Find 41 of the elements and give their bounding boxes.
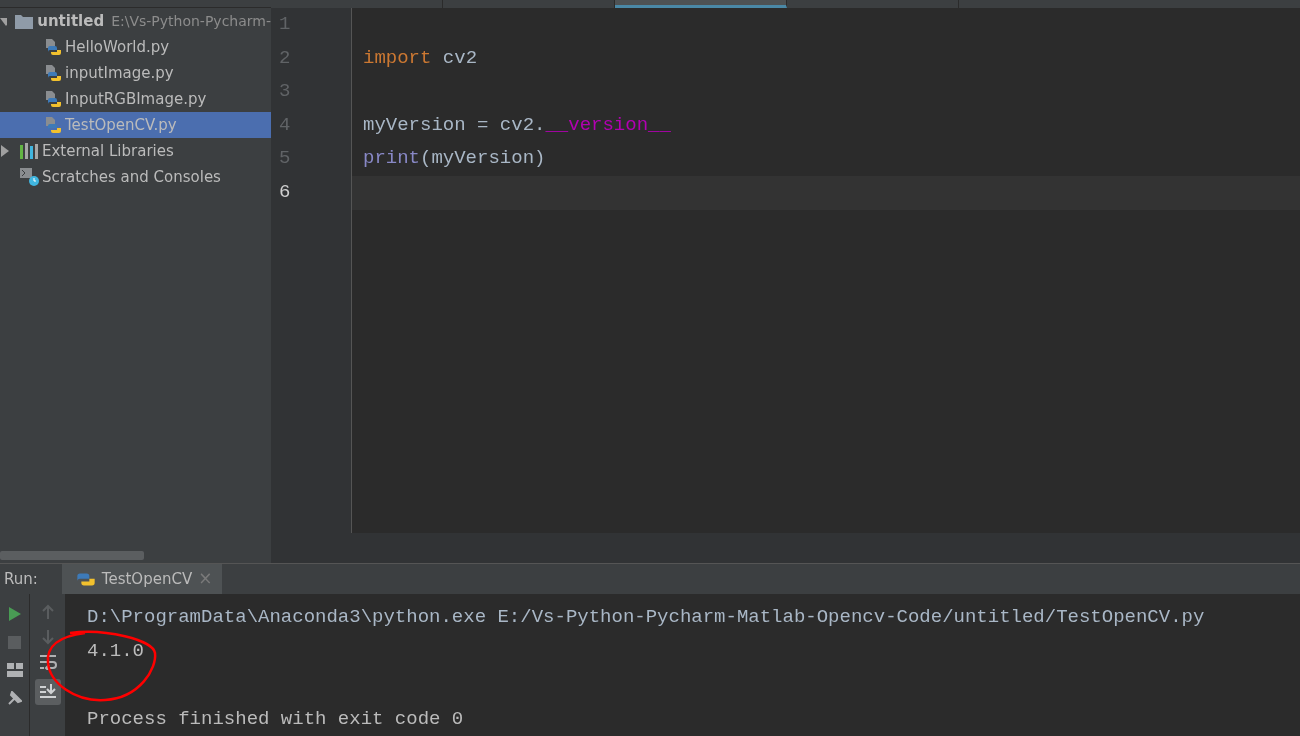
code-line: myVersion = cv2.__version__ [362,112,672,138]
tree-item[interactable]: inputImage.py [0,60,271,86]
stop-icon[interactable] [8,636,21,649]
python-file-icon [44,64,62,82]
item-path: E:\Vs-Python-Pycharm- [111,11,271,31]
python-file-icon [44,116,62,134]
tree-item[interactable]: untitled E:\Vs-Python-Pycharm- [0,8,271,34]
item-label: inputImage.py [65,62,174,84]
tree-item[interactable]: External Libraries [0,138,271,164]
item-label: Scratches and Consoles [42,166,221,188]
python-file-icon [44,38,62,56]
tree-item[interactable]: Scratches and Consoles [0,164,271,190]
console-line: 4.1.0 [87,639,145,664]
item-label: External Libraries [42,140,174,162]
tree-item[interactable]: InputRGBImage.py [0,86,271,112]
code-line: print(myVersion) [362,146,547,172]
soft-wrap-icon[interactable] [38,654,57,670]
console-line: Process finished with exit code 0 [87,707,465,732]
layout-icon[interactable] [6,663,23,677]
pin-icon[interactable] [7,691,22,705]
item-label: HelloWorld.py [65,36,170,58]
scroll-to-end-icon[interactable] [34,679,61,705]
python-icon [75,571,96,587]
library-icon [19,142,39,160]
down-arrow-icon[interactable] [40,629,55,645]
python-file-icon [44,90,62,108]
code-line: import cv2 [362,45,479,71]
console-line: D:\ProgramData\Anaconda3\python.exe E:/Vs-Python-Pycharm-Matlab-Opencv-Code/untitled/TestOpenCV.py [87,605,1206,630]
item-label: TestOpenCV.py [65,114,177,136]
folder-icon [14,12,35,30]
run-tab[interactable]: TestOpenCV × [61,564,223,594]
tree-item[interactable]: HelloWorld.py [0,34,271,60]
run-label: Run: [4,568,38,590]
scratch-icon [19,167,39,187]
editor-tab[interactable] [615,0,787,8]
line-number: 6 [278,179,292,205]
item-label: untitled [37,10,105,32]
run-icon[interactable] [7,606,22,622]
item-label: InputRGBImage.py [65,88,207,110]
scrollbar[interactable] [0,551,144,561]
up-arrow-icon[interactable] [40,604,55,620]
